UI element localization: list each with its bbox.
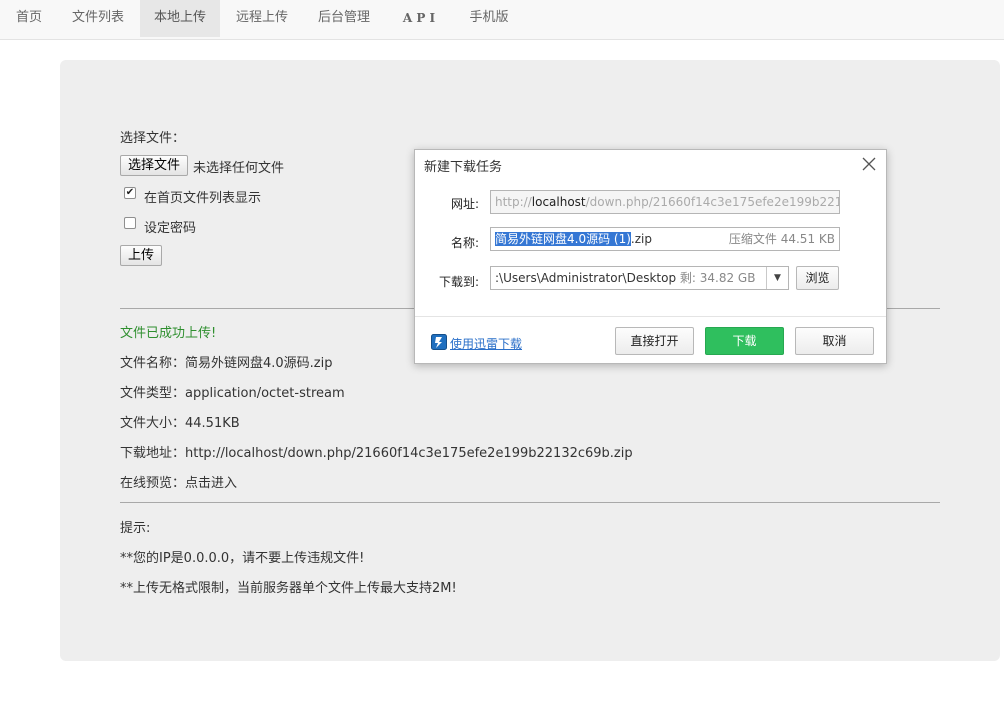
- divider: [120, 502, 940, 503]
- online-preview-info[interactable]: 在线预览：点击进入: [120, 472, 237, 491]
- name-label: 名称:: [450, 236, 479, 250]
- open-directly-button[interactable]: 直接打开: [615, 327, 694, 355]
- url-host: localhost: [531, 195, 586, 209]
- top-navbar: 首页 文件列表 本地上传 远程上传 后台管理 A P I 手机版: [0, 0, 1004, 40]
- chevron-down-icon[interactable]: ▼: [766, 267, 788, 289]
- file-size-info: 文件大小：44.51KB: [120, 416, 240, 431]
- tips-title: 提示:: [120, 521, 151, 536]
- use-thunder-link[interactable]: 使用迅雷下载: [450, 335, 522, 352]
- nav-remote-upload[interactable]: 远程上传: [224, 0, 300, 37]
- nav-api[interactable]: A P I: [390, 0, 448, 37]
- nav-file-list[interactable]: 文件列表: [60, 0, 136, 37]
- show-in-list-checkbox[interactable]: ✔: [124, 187, 136, 199]
- tip-ip-warning: **您的IP是0.0.0.0，请不要上传违规文件!: [120, 551, 365, 566]
- nav-admin[interactable]: 后台管理: [306, 0, 382, 37]
- set-password-checkbox[interactable]: [124, 217, 136, 229]
- file-name-info: 文件名称：简易外链网盘4.0源码.zip: [120, 356, 333, 371]
- url-label: 网址:: [450, 197, 479, 211]
- set-password-label: 设定密码: [144, 221, 197, 236]
- file-type-size-hint: 压缩文件 44.51 KB: [728, 232, 835, 246]
- filename-field[interactable]: 简易外链网盘4.0源码 (1).zip 压缩文件 44.51 KB: [490, 227, 840, 251]
- download-button[interactable]: 下载: [705, 327, 784, 355]
- nav-mobile[interactable]: 手机版: [458, 0, 520, 37]
- upload-success-message: 文件已成功上传!: [120, 326, 217, 341]
- save-to-label: 下载到:: [438, 275, 479, 289]
- free-space-text: 剩: 34.82 GB: [679, 271, 756, 285]
- close-icon[interactable]: [860, 155, 878, 173]
- upload-button[interactable]: 上传: [120, 245, 162, 266]
- cancel-button[interactable]: 取消: [795, 327, 874, 355]
- new-download-dialog: 新建下载任务 网址: http://localhost/down.php/216…: [414, 149, 887, 364]
- nav-local-upload[interactable]: 本地上传: [140, 0, 220, 37]
- tip-size-limit: **上传无格式限制，当前服务器单个文件上传最大支持2M!: [120, 581, 457, 596]
- dialog-separator: [415, 316, 886, 317]
- url-rest: /down.php/21660f14c3e175efe2e199b2213: [585, 195, 840, 209]
- filename-selected-text: 简易外链网盘4.0源码 (1): [495, 232, 631, 246]
- no-file-text: 未选择任何文件: [193, 161, 285, 176]
- nav-home[interactable]: 首页: [4, 0, 54, 37]
- filename-extension: .zip: [630, 232, 652, 246]
- thunder-icon: [431, 334, 447, 350]
- save-path-dropdown[interactable]: :\Users\Administrator\Desktop 剩: 34.82 G…: [490, 266, 789, 290]
- dialog-title: 新建下载任务: [424, 160, 503, 175]
- choose-file-label: 选择文件：: [120, 131, 186, 146]
- save-path-text: :\Users\Administrator\Desktop: [495, 271, 677, 285]
- choose-file-button[interactable]: 选择文件: [120, 155, 188, 176]
- url-field[interactable]: http://localhost/down.php/21660f14c3e175…: [490, 190, 840, 214]
- show-in-list-label: 在首页文件列表显示: [144, 191, 262, 206]
- browse-button[interactable]: 浏览: [796, 266, 839, 290]
- file-type-info: 文件类型：application/octet-stream: [120, 386, 345, 401]
- url-prefix: http://: [495, 195, 532, 209]
- download-url-info[interactable]: 下载地址：http://localhost/down.php/21660f14c…: [120, 442, 633, 461]
